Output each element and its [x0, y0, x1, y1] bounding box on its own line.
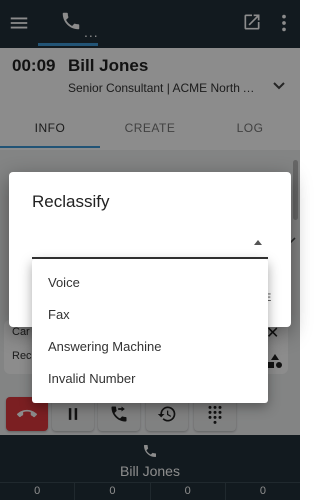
option-voice[interactable]: Voice: [32, 267, 268, 299]
dialog-title: Reclassify: [32, 192, 110, 211]
option-fax[interactable]: Fax: [32, 299, 268, 331]
option-invalid-number[interactable]: Invalid Number: [32, 363, 268, 395]
reclassify-options: Voice Fax Answering Machine Invalid Numb…: [32, 259, 268, 403]
select-arrow-icon[interactable]: [254, 240, 262, 245]
option-answering-machine[interactable]: Answering Machine: [32, 331, 268, 363]
